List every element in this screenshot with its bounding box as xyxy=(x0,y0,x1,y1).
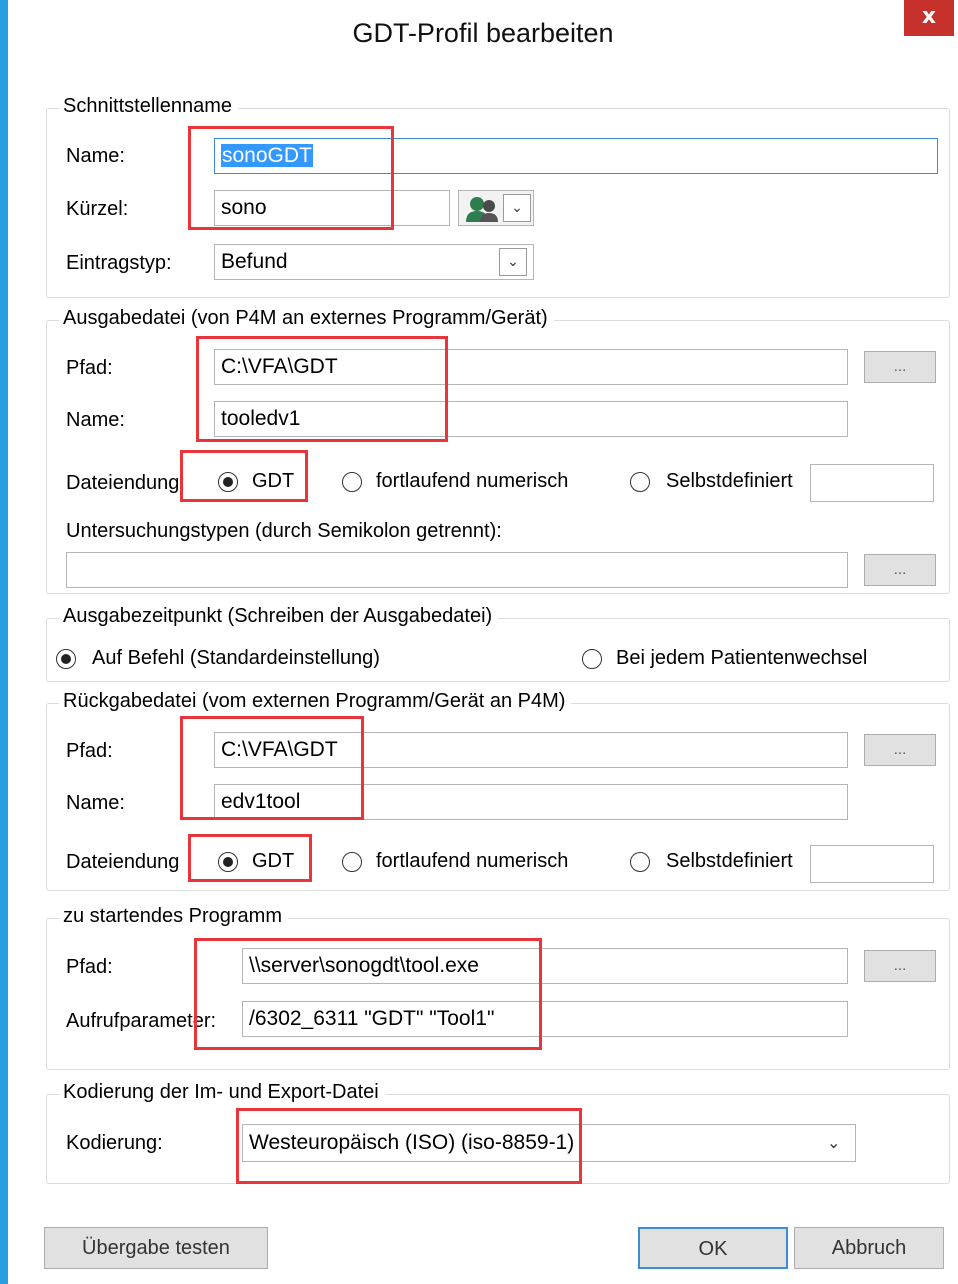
ausgabe-radio-selbst-label: Selbstdefiniert xyxy=(666,470,793,492)
ausgabe-radio-selbst[interactable] xyxy=(630,472,650,492)
ausgabe-name-input[interactable]: tooledv1 xyxy=(214,401,848,437)
group-legend: Schnittstellenname xyxy=(59,95,238,118)
untersuchungstypen-input[interactable] xyxy=(66,552,848,588)
rueckgabe-dateiendung-label: Dateiendung xyxy=(66,851,180,873)
group-legend: Rückgabedatei (vom externen Programm/Ger… xyxy=(59,690,572,713)
uebergabe-testen-button[interactable]: Übergabe testen xyxy=(44,1227,268,1269)
title-bar: GDT-Profil bearbeiten xyxy=(8,0,958,76)
gdt-profile-dialog: GDT-Profil bearbeiten x Schnittstellenna… xyxy=(0,0,958,1284)
rueckgabe-pfad-input[interactable]: C:\VFA\GDT xyxy=(214,732,848,768)
zeitpunkt-radio-befehl[interactable] xyxy=(56,649,76,669)
rueckgabe-pfad-browse-button[interactable]: ... xyxy=(864,734,936,766)
window-title: GDT-Profil bearbeiten xyxy=(352,18,614,48)
ausgabe-pfad-input[interactable]: C:\VFA\GDT xyxy=(214,349,848,385)
chevron-down-icon: ⌄ xyxy=(827,1133,841,1152)
chevron-down-icon: ⌄ xyxy=(499,248,527,276)
programm-pfad-label: Pfad: xyxy=(66,956,113,978)
rueckgabe-name-label: Name: xyxy=(66,792,125,814)
ausgabe-radio-gdt-label: GDT xyxy=(252,470,295,492)
rueckgabe-pfad-label: Pfad: xyxy=(66,740,113,762)
kodierung-select[interactable]: Westeuropäisch (ISO) (iso-8859-1) ⌄ xyxy=(242,1124,856,1162)
eintragstyp-label: Eintragstyp: xyxy=(66,252,172,274)
aufrufparameter-label: Aufrufparameter: xyxy=(66,1010,217,1032)
group-legend: Ausgabedatei (von P4M an externes Progra… xyxy=(59,307,554,330)
cancel-button[interactable]: Abbruch xyxy=(794,1227,944,1269)
rueckgabe-radio-gdt-label: GDT xyxy=(252,850,295,872)
rueckgabe-radio-selbst-label: Selbstdefiniert xyxy=(666,850,793,872)
rueckgabe-custom-ext-input[interactable] xyxy=(810,845,934,883)
eintragstyp-select[interactable]: Befund ⌄ xyxy=(214,244,534,280)
rueckgabe-radio-gdt[interactable] xyxy=(218,852,238,872)
programm-pfad-input[interactable]: \\server\sonogdt\tool.exe xyxy=(242,948,848,984)
rueckgabe-radio-numerisch[interactable] xyxy=(342,852,362,872)
kuerzel-dropdown[interactable]: ⌄ xyxy=(458,190,534,226)
zeitpunkt-radio-patientenwechsel-label: Bei jedem Patientenwechsel xyxy=(616,647,868,669)
ausgabe-pfad-label: Pfad: xyxy=(66,357,113,379)
ausgabe-radio-numerisch-label: fortlaufend numerisch xyxy=(376,470,569,492)
ausgabe-radio-gdt[interactable] xyxy=(218,472,238,492)
people-icon xyxy=(466,197,498,222)
ausgabe-radio-numerisch[interactable] xyxy=(342,472,362,492)
window-edge xyxy=(0,0,8,1284)
rueckgabe-name-input[interactable]: edv1tool xyxy=(214,784,848,820)
ausgabe-name-label: Name: xyxy=(66,409,125,431)
group-legend: Kodierung der Im- und Export-Datei xyxy=(59,1081,385,1104)
kuerzel-label: Kürzel: xyxy=(66,198,129,220)
name-label: Name: xyxy=(66,145,125,167)
aufrufparameter-input[interactable]: /6302_6311 "GDT" "Tool1" xyxy=(242,1001,848,1037)
zeitpunkt-radio-patientenwechsel[interactable] xyxy=(582,649,602,669)
close-button[interactable]: x xyxy=(904,0,954,36)
kodierung-label: Kodierung: xyxy=(66,1132,163,1154)
ok-button[interactable]: OK xyxy=(638,1227,788,1269)
chevron-down-icon: ⌄ xyxy=(503,194,531,222)
ausgabe-custom-ext-input[interactable] xyxy=(810,464,934,502)
untersuchungstypen-browse-button[interactable]: ... xyxy=(864,554,936,586)
zeitpunkt-radio-befehl-label: Auf Befehl (Standardeinstellung) xyxy=(92,647,380,669)
name-input[interactable]: sonoGDT xyxy=(214,138,938,174)
name-value: sonoGDT xyxy=(221,144,313,167)
kuerzel-input[interactable]: sono xyxy=(214,190,450,226)
programm-pfad-browse-button[interactable]: ... xyxy=(864,950,936,982)
rueckgabe-radio-selbst[interactable] xyxy=(630,852,650,872)
group-legend: Ausgabezeitpunkt (Schreiben der Ausgabed… xyxy=(59,605,499,628)
untersuchungstypen-label: Untersuchungstypen (durch Semikolon getr… xyxy=(66,520,502,542)
ausgabe-dateiendung-label: Dateiendung: xyxy=(66,472,185,494)
group-legend: zu startendes Programm xyxy=(59,905,288,928)
ausgabe-pfad-browse-button[interactable]: ... xyxy=(864,351,936,383)
kodierung-value: Westeuropäisch (ISO) (iso-8859-1) xyxy=(249,1131,575,1154)
group-programm: zu startendes Programm xyxy=(46,905,950,1070)
rueckgabe-radio-numerisch-label: fortlaufend numerisch xyxy=(376,850,569,872)
eintragstyp-value: Befund xyxy=(221,250,288,273)
